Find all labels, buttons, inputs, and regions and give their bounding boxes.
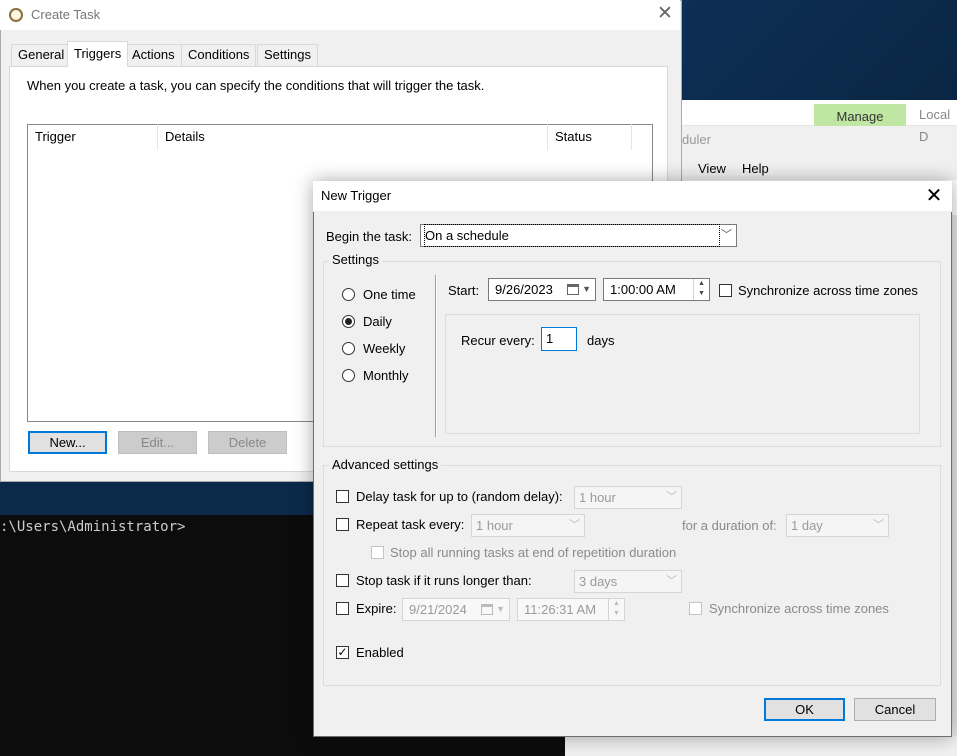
stop-longer-checkbox[interactable] (336, 574, 349, 587)
recur-every-label: Recur every: (461, 333, 535, 348)
start-date-value: 9/26/2023 (495, 282, 553, 297)
tab-general[interactable]: General (11, 44, 72, 66)
time-spinner-icon[interactable]: ▲ ▼ (608, 599, 624, 620)
expire-date-picker[interactable]: 9/21/2024 ▼ (402, 598, 510, 621)
window-title: Create Task (31, 7, 101, 22)
menu-help[interactable]: Help (742, 161, 769, 176)
duration-value: 1 day (791, 518, 823, 533)
chevron-down-icon: ﹀ (666, 575, 677, 587)
advanced-settings-label: Advanced settings (329, 457, 442, 472)
radio-one-time-label: One time (363, 287, 416, 302)
mmc-title: duler (682, 132, 711, 147)
stop-all-checkbox[interactable] (371, 546, 384, 559)
taskbar-edge (565, 736, 957, 756)
start-time-picker[interactable]: 1:00:00 AM ▲ ▼ (603, 278, 710, 301)
sync-timezones-checkbox[interactable] (719, 284, 732, 297)
cancel-button[interactable]: Cancel (854, 698, 936, 721)
chevron-down-icon: ﹀ (873, 519, 884, 531)
repeat-label: Repeat task every: (356, 517, 465, 532)
new-trigger-titlebar[interactable] (313, 181, 952, 212)
expire-date-value: 9/21/2024 (409, 602, 467, 617)
tab-conditions[interactable]: Conditions (181, 44, 257, 66)
start-date-picker[interactable]: 9/26/2023 ▼ (488, 278, 596, 301)
radio-daily-label: Daily (363, 314, 392, 329)
create-task-titlebar[interactable] (0, 0, 680, 30)
time-spinner-icon[interactable]: ▲ ▼ (693, 279, 709, 300)
delay-label: Delay task for up to (random delay): (356, 489, 563, 504)
radio-monthly[interactable] (342, 369, 355, 382)
expire-time-value: 11:26:31 AM (524, 602, 597, 617)
duration-label: for a duration of: (682, 518, 777, 533)
console-prompt: :\Users\Administrator> (0, 519, 186, 535)
begin-task-select[interactable]: On a schedule ﹀ (420, 224, 737, 247)
settings-divider (435, 275, 437, 437)
expire-sync-label: Synchronize across time zones (709, 601, 889, 616)
stop-longer-label: Stop task if it runs longer than: (356, 573, 532, 588)
desktop-background (680, 0, 957, 100)
triggers-intro: When you create a task, you can specify … (27, 78, 485, 93)
start-label: Start: (448, 283, 480, 298)
edit-button[interactable]: Edit... (118, 431, 197, 454)
mmc-tab-manage[interactable]: Manage (814, 104, 906, 126)
sync-timezones-label: Synchronize across time zones (738, 283, 918, 298)
settings-label: Settings (329, 252, 382, 267)
tab-settings[interactable]: Settings (257, 44, 318, 66)
radio-monthly-label: Monthly (363, 368, 409, 383)
begin-task-value: On a schedule (424, 224, 720, 247)
expire-label: Expire: (356, 601, 397, 616)
delay-value: 1 hour (579, 490, 616, 505)
expire-time-picker[interactable]: 11:26:31 AM ▲ ▼ (517, 598, 625, 621)
stop-longer-select[interactable]: 3 days ﹀ (574, 570, 682, 593)
column-status[interactable]: Status (548, 124, 632, 150)
stop-all-label: Stop all running tasks at end of repetit… (390, 545, 677, 560)
menu-view[interactable]: View (698, 161, 726, 176)
close-icon[interactable]: ✕ (655, 3, 675, 25)
mmc-tab-local[interactable]: Local D (919, 104, 957, 144)
expire-sync-checkbox[interactable] (689, 602, 702, 615)
radio-daily[interactable] (342, 315, 355, 328)
chevron-down-icon[interactable]: ▼ (496, 599, 505, 620)
column-details[interactable]: Details (158, 124, 548, 150)
stop-longer-value: 3 days (579, 574, 618, 589)
column-trigger[interactable]: Trigger (28, 124, 158, 150)
tab-actions[interactable]: Actions (125, 44, 182, 66)
start-time-value: 1:00:00 AM (610, 282, 676, 297)
close-icon[interactable]: ✕ (923, 184, 945, 208)
recur-days-input[interactable]: 1 (541, 327, 577, 351)
duration-select[interactable]: 1 day ﹀ (786, 514, 889, 537)
begin-task-label: Begin the task: (326, 229, 412, 244)
ok-button[interactable]: OK (764, 698, 845, 721)
recur-unit-label: days (587, 333, 615, 348)
clock-icon (9, 8, 23, 22)
enabled-label: Enabled (356, 645, 404, 660)
calendar-icon[interactable] (567, 284, 579, 295)
delete-button[interactable]: Delete (208, 431, 287, 454)
dialog-title: New Trigger (321, 188, 392, 203)
expire-checkbox[interactable] (336, 602, 349, 615)
delay-select[interactable]: 1 hour ﹀ (574, 486, 682, 509)
enabled-checkbox[interactable]: ✓ (336, 646, 349, 659)
repeat-value: 1 hour (476, 518, 513, 533)
chevron-down-icon: ﹀ (666, 491, 677, 503)
radio-weekly[interactable] (342, 342, 355, 355)
delay-checkbox[interactable] (336, 490, 349, 503)
repeat-select[interactable]: 1 hour ﹀ (471, 514, 585, 537)
chevron-down-icon: ﹀ (569, 519, 580, 531)
recur-box (445, 314, 920, 434)
chevron-down-icon: ﹀ (721, 229, 732, 241)
calendar-icon[interactable] (481, 604, 493, 615)
new-button[interactable]: New... (28, 431, 107, 454)
tab-triggers[interactable]: Triggers (67, 41, 129, 67)
radio-one-time[interactable] (342, 288, 355, 301)
chevron-down-icon[interactable]: ▼ (582, 279, 591, 300)
repeat-checkbox[interactable] (336, 518, 349, 531)
radio-weekly-label: Weekly (363, 341, 406, 356)
